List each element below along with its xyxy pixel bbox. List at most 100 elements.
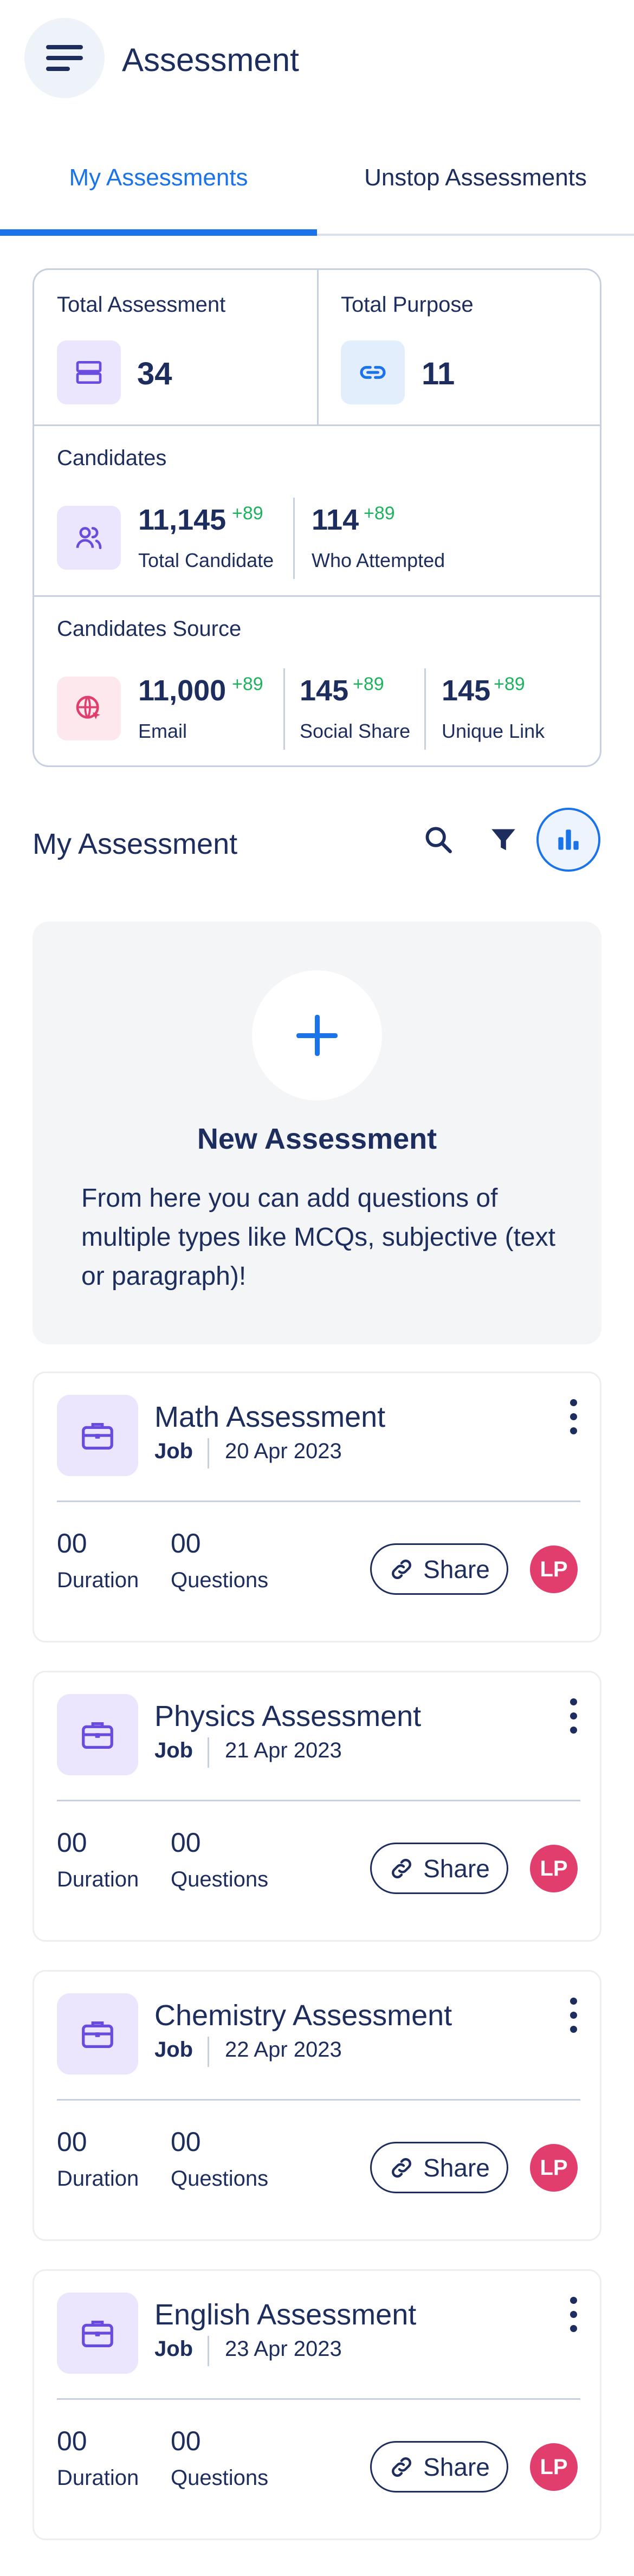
duration-value: 00 [57,2426,87,2456]
share-button[interactable]: Share [370,1543,508,1595]
questions-label: Questions [171,2167,269,2191]
new-assessment-title: New Assessment [197,1123,437,1155]
divider [208,2336,209,2366]
share-button[interactable]: Share [370,2441,508,2493]
share-button[interactable]: Share [370,2142,508,2193]
assessment-title[interactable]: Chemistry Assessment [154,1999,452,2032]
stats-card: Total Assessment 34 Total Purpose 11 Can… [33,268,601,767]
new-assessment-description: From here you can add questions of multi… [81,1184,555,1291]
candidates-label: Candidates [57,446,167,470]
new-assessment-card[interactable]: New Assessment From here you can add que… [33,922,601,1344]
active-tab-indicator [0,229,317,236]
link-icon [392,1559,412,1579]
tab-bar: My Assessments Unstop Assessments [0,136,634,236]
assessment-title[interactable]: English Assessment [154,2298,416,2332]
questions-label: Questions [171,2466,269,2490]
assessment-type: Job [154,1439,193,1463]
duration-label: Duration [57,1867,139,1891]
plus-icon[interactable] [252,970,382,1100]
divider [57,1800,580,1801]
total-candidate-label: Total Candidate [138,549,274,571]
link-icon [392,2457,412,2477]
share-label: Share [423,1555,490,1583]
assessment-date: 20 Apr 2023 [225,1439,342,1463]
hamburger-menu-icon[interactable] [24,18,105,98]
avatar[interactable]: LP [530,1845,578,1892]
divider [57,1500,580,1502]
assessment-card[interactable]: Physics Assessment Job 21 Apr 2023 00 Durati… [33,1671,601,1942]
share-label: Share [423,2452,490,2481]
divider [57,2099,580,2101]
section-title: My Assessment [33,828,238,860]
briefcase-icon [57,2292,138,2374]
who-attempted-delta: +89 [364,503,395,524]
more-options-icon[interactable] [565,2296,581,2334]
briefcase-icon [57,1395,138,1476]
tab-unstop-assessments[interactable]: Unstop Assessments [317,136,634,236]
divider [34,595,600,597]
total-candidate-delta: +89 [232,503,263,524]
avatar[interactable]: LP [530,2144,578,2192]
total-candidate-value: 11,145 [138,504,227,536]
social-share-label: Social Share [300,720,411,742]
questions-value: 00 [171,2127,201,2157]
who-attempted-label: Who Attempted [312,549,445,571]
duration-label: Duration [57,2466,139,2490]
assessment-date: 21 Apr 2023 [225,1738,342,1762]
share-label: Share [423,2153,490,2182]
assessment-type: Job [154,1738,193,1762]
briefcase-icon [57,1993,138,2075]
total-assessment-label: Total Assessment [57,293,226,317]
divider [208,1737,209,1768]
duration-value: 00 [57,1528,87,1559]
app-header: Assessment [0,0,634,117]
assessment-type: Job [154,2337,193,2361]
divider [424,668,426,750]
divider [208,2037,209,2067]
duration-label: Duration [57,2167,139,2191]
globe-pointer-icon [57,677,121,740]
divider [34,424,600,426]
share-button[interactable]: Share [370,1843,508,1894]
link-icon [392,2158,412,2178]
filter-icon[interactable] [471,808,535,872]
assessment-card[interactable]: Math Assessment Job 20 Apr 2023 00 Duration 0… [33,1371,601,1643]
questions-label: Questions [171,1568,269,1592]
duration-value: 00 [57,2127,87,2157]
avatar[interactable]: LP [530,1545,578,1593]
candidates-source-label: Candidates Source [57,617,242,641]
bar-chart-icon[interactable] [536,808,600,872]
more-options-icon[interactable] [565,1398,581,1436]
duration-label: Duration [57,1568,139,1592]
assessment-type: Job [154,2038,193,2062]
total-purpose-value: 11 [422,356,455,391]
assessment-date: 22 Apr 2023 [225,2038,342,2062]
link-icon [341,340,405,404]
share-label: Share [423,1854,490,1883]
avatar[interactable]: LP [530,2443,578,2491]
more-options-icon[interactable] [565,1697,581,1735]
questions-value: 00 [171,1528,201,1559]
assessment-card[interactable]: English Assessment Job 23 Apr 2023 00 Durati… [33,2269,601,2540]
tab-my-assessments[interactable]: My Assessments [0,136,317,236]
questions-value: 00 [171,1827,201,1858]
who-attempted-value: 114 [312,504,359,536]
assessment-title[interactable]: Physics Assessment [154,1699,421,1733]
email-source-label: Email [138,720,187,742]
unique-link-value: 145 [442,674,491,707]
total-purpose-label: Total Purpose [341,293,474,317]
link-icon [392,1858,412,1878]
email-source-delta: +89 [232,674,263,694]
divider [293,498,295,579]
search-icon[interactable] [406,808,470,872]
assessment-card[interactable]: Chemistry Assessment Job 22 Apr 2023 00 Dura… [33,1970,601,2241]
duration-value: 00 [57,1827,87,1858]
email-source-value: 11,000 [138,674,227,707]
divider [283,668,285,750]
briefcase-icon [57,1694,138,1775]
layers-icon [57,340,121,404]
divider [57,2398,580,2400]
assessment-title[interactable]: Math Assessment [154,1400,385,1434]
questions-value: 00 [171,2426,201,2456]
more-options-icon[interactable] [565,1997,581,2034]
